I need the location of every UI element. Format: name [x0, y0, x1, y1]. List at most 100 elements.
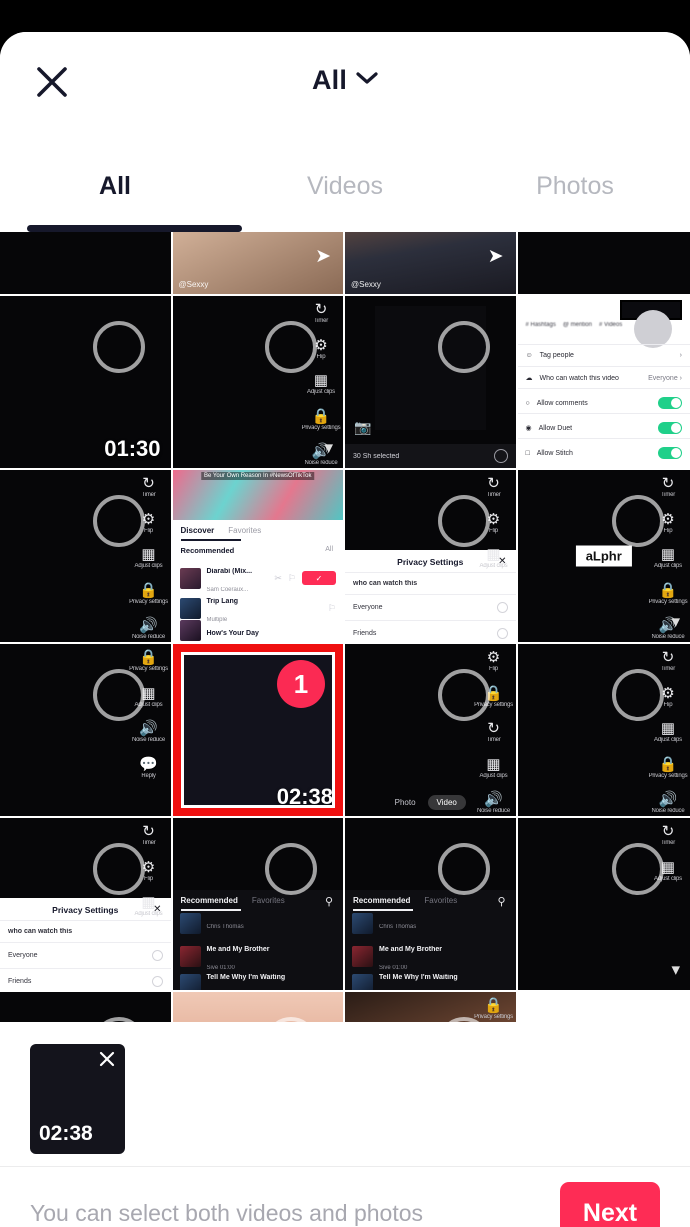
avatar [634, 310, 672, 348]
hero-caption: Be Your Own Reason In #NewsOfTikTok [201, 472, 315, 480]
discover-tabs: Discover Favorites [181, 526, 262, 535]
tab-recommended[interactable]: Recommended [353, 896, 410, 905]
album-art [179, 973, 201, 990]
tab-discover[interactable]: Discover [181, 526, 215, 535]
grid-item[interactable] [0, 992, 173, 1022]
grid-item[interactable]: Recommended Favorites ⚲ Chris Thomas Me … [172, 818, 345, 992]
camera-rail: 🔒 Privacy settings [474, 998, 514, 1021]
grid-item[interactable] [517, 992, 690, 1022]
grid-item[interactable]: # Hashtags @ mention # Videos ☺ Tag peopl… [517, 296, 690, 470]
bookmark-icon[interactable]: ⚐ [328, 603, 336, 614]
grid-item[interactable]: Be Your Own Reason In #NewsOfTikTok Disc… [172, 470, 345, 644]
grid-item[interactable]: ↻ Timer ⚙ Flip ▦ Adjust clips 🔒 Privacy sett… [517, 644, 690, 818]
selection-hint: You can select both videos and photos [30, 1200, 423, 1226]
grid-item[interactable] [172, 992, 345, 1022]
radio-icon [496, 602, 508, 613]
selected-media-tray: 02:38 [0, 1022, 690, 1167]
album-art [352, 973, 373, 990]
timer-icon: ↻ Timer [313, 301, 329, 324]
toggle-allow-comments[interactable] [658, 397, 682, 409]
grid-item[interactable]: 01:30 [0, 296, 173, 470]
tab-videos[interactable]: Videos [230, 140, 460, 232]
tab-active-indicator [27, 225, 242, 232]
timer-icon: ↻ Timer [660, 649, 676, 672]
picker-header: All [0, 32, 690, 140]
record-ring-icon [612, 669, 664, 721]
grid-item[interactable]: ↻ Timer ⚙ Flip ▦ Adjust clips Privacy Setti… [0, 818, 173, 992]
tab-all[interactable]: All [0, 140, 230, 232]
grid-item[interactable]: 🔒 Privacy settings [345, 992, 518, 1022]
album-art [352, 945, 373, 967]
selected-duration: 02:38 [39, 1122, 93, 1145]
grid-item[interactable]: ↻ Timer ⚙ Flip ▦ Adjust clips Privacy Setti… [345, 470, 518, 644]
remove-selection-icon[interactable] [96, 1048, 118, 1070]
check-icon [493, 449, 508, 463]
tab-favorites[interactable]: Favorites [228, 526, 261, 535]
privacy-lock-icon: 🔒 Privacy settings [648, 581, 688, 605]
privacy-lock-icon: 🔒 Privacy settings [474, 997, 513, 1020]
grid-item[interactable]: ↻ Timer ⚙ Flip ▦ Adjust clips 🔒 Privacy sett… [172, 296, 345, 470]
track-subtitle: Chris Thomas [379, 923, 417, 930]
adjust-clips-icon: ▦ Adjust clips [134, 546, 163, 570]
use-sound-button[interactable]: ✓ [302, 571, 336, 585]
mode-video[interactable]: Video [427, 795, 466, 810]
track-row[interactable]: How's Your Day [179, 620, 337, 641]
scissors-icon[interactable]: ✂ [274, 573, 282, 584]
post-settings-screenshot: # Hashtags @ mention # Videos ☺ Tag peopl… [517, 296, 690, 468]
tab-favorites[interactable]: Favorites [252, 896, 285, 905]
track-row[interactable]: Tell Me Why I'm Waiting Timmies/Shiloh 0… [179, 966, 337, 990]
grid-item[interactable]: 🔒 Privacy settings ▦ Adjust clips 🔊 Noise r… [0, 644, 173, 818]
toggle-allow-duet[interactable] [658, 422, 682, 434]
tab-recommended[interactable]: Recommended [181, 896, 238, 905]
record-ring-icon [437, 669, 490, 721]
grid-item[interactable] [517, 232, 690, 296]
toggle-allow-stitch[interactable] [658, 447, 682, 459]
chip-mention: @ mention [562, 322, 592, 328]
grid-item[interactable]: ••• ➤ @Sexxy [172, 232, 345, 296]
track-subtitle: Chris Thomas [206, 923, 244, 930]
media-grid-scroll[interactable]: ••• ➤ @Sexxy ••• ➤ @Sexxy 01:30 [0, 232, 690, 1022]
mode-photo[interactable]: Photo [395, 798, 416, 807]
adjust-clips-icon: ▦ Adjust clips [479, 546, 508, 570]
search-icon[interactable]: ⚲ [325, 895, 333, 908]
tab-photos[interactable]: Photos [460, 140, 690, 232]
tab-favorites[interactable]: Favorites [424, 896, 457, 905]
selected-media-thumb[interactable]: 02:38 [30, 1044, 125, 1154]
track-title: Tell Me Why I'm Waiting [379, 974, 458, 981]
music-tabs: Recommended Favorites [353, 896, 457, 905]
grid-item-selected[interactable]: 1 02:38 [172, 644, 345, 818]
post-chips: # Hashtags @ mention # Videos [526, 322, 683, 328]
privacy-option-friends[interactable]: Friends [353, 628, 508, 639]
grid-item[interactable]: aLphr ↻ Timer ⚙ Flip ▦ Adjust clips 🔒 Privac… [517, 470, 690, 644]
privacy-option-friends[interactable]: Friends [8, 976, 163, 987]
chip-hashtags: # Hashtags [525, 322, 556, 328]
grid-item[interactable]: Recommended Favorites ⚲ Chris Thomas Me … [345, 818, 518, 992]
privacy-option-everyone[interactable]: Everyone [353, 602, 508, 613]
chevron-down-icon [356, 71, 378, 90]
privacy-option-everyone[interactable]: Everyone [8, 950, 163, 961]
grid-item[interactable]: ••• ➤ @Sexxy [345, 232, 518, 296]
music-tab-indicator [180, 909, 241, 911]
tiktok-media-picker: All All Videos Photos ••• ➤ [0, 0, 690, 1227]
search-icon[interactable]: ⚲ [497, 895, 505, 908]
track-row[interactable]: Chris Thomas [352, 913, 509, 934]
grid-item[interactable]: ↻ Timer ⚙ Flip ▦ Adjust clips 🔒 Privacy sett… [0, 470, 173, 644]
album-art [179, 620, 201, 641]
grid-item[interactable]: 📷 30 Sh selected [345, 296, 518, 470]
see-all-link[interactable]: All [325, 546, 333, 553]
track-row[interactable]: Chris Thomas [179, 913, 337, 934]
timer-icon: ↻ Timer [486, 475, 501, 498]
chevron-down-icon: ▾ [324, 438, 333, 457]
album-selector[interactable]: All [0, 65, 690, 96]
grid-item[interactable] [0, 232, 173, 296]
adjust-clips-icon: ▦ Adjust clips [479, 755, 508, 779]
video-duration: 02:38 [276, 784, 333, 809]
bookmark-icon[interactable]: ⚐ [288, 573, 296, 584]
track-row[interactable]: Tell Me Why I'm Waiting Timmies/Shiloh 0… [352, 966, 509, 990]
next-button[interactable]: Next [560, 1182, 660, 1227]
grid-item[interactable]: ⚙ Flip 🔒 Privacy settings ↻ Timer ▦ Adjust c… [345, 644, 518, 818]
timer-icon: ↻ Timer [660, 823, 676, 846]
record-ring-icon [92, 669, 145, 721]
flip-camera-icon: ⚙ Flip [486, 649, 501, 672]
grid-item[interactable]: ↻ Timer ▦ Adjust clips ▾ [517, 818, 690, 992]
